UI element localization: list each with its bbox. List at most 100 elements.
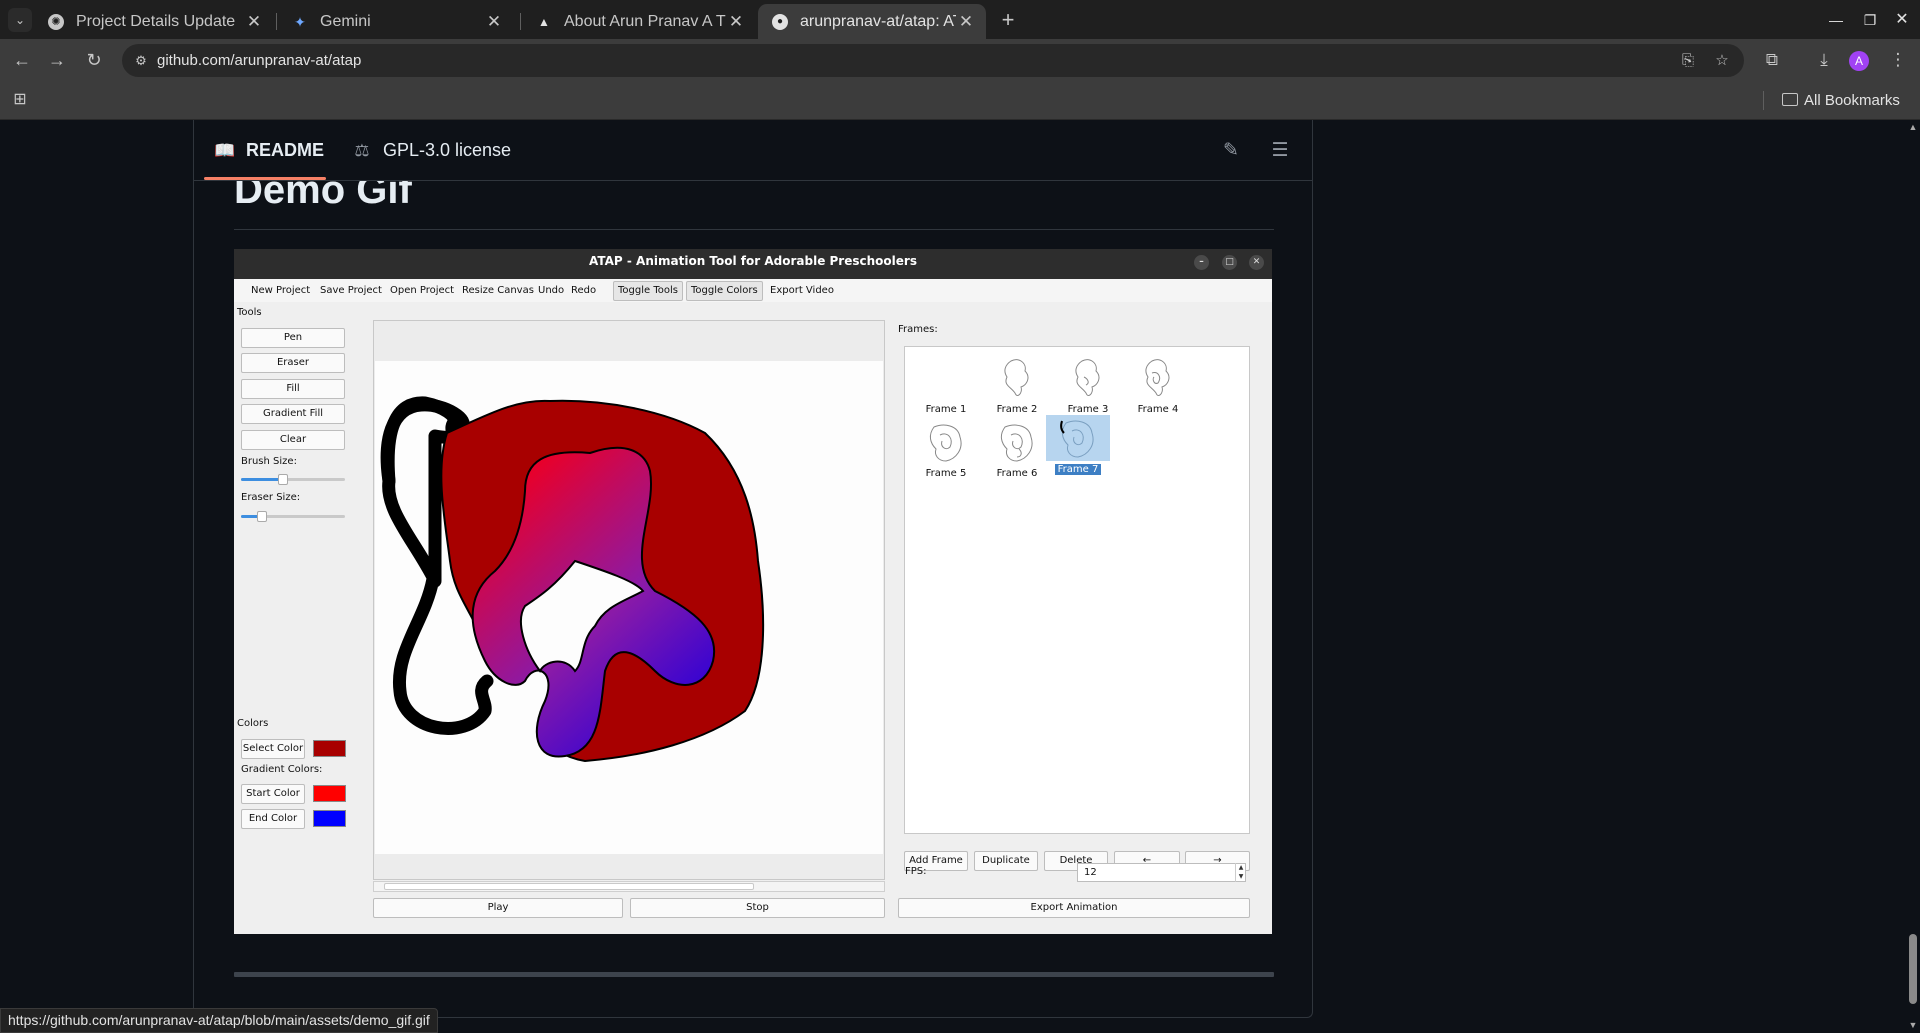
close-tab-icon[interactable]: ✕: [484, 4, 504, 39]
tab-search-chevron-icon[interactable]: ⌄: [8, 8, 32, 32]
bookmark-star-icon[interactable]: ☆: [1712, 51, 1732, 71]
frame-item: Frame 4: [1125, 355, 1191, 419]
close-tab-icon[interactable]: ✕: [956, 4, 976, 39]
readme-header: 📖 README ⚖ GPL-3.0 license ✎ ☰: [194, 120, 1312, 181]
drawing-canvas: [375, 361, 883, 854]
brush-size-slider: [241, 474, 345, 485]
frames-list: Frame 1 Frame 2 Frame 3 Frame 4 Frame 5 …: [904, 346, 1250, 834]
gradient-fill-button: Gradient Fill: [241, 404, 345, 424]
frame-label: Frame 3: [1067, 404, 1109, 415]
tab-readme-label: README: [246, 140, 325, 160]
frame-thumbnail: [1060, 420, 1094, 458]
app-title: ATAP - Animation Tool for Adorable Presc…: [589, 254, 917, 268]
eraser-size-label: Eraser Size:: [241, 492, 301, 503]
outline-list-icon[interactable]: ☰: [1267, 138, 1293, 164]
menu-open-project: Open Project: [390, 285, 455, 296]
back-arrow-icon[interactable]: ←: [8, 46, 36, 74]
browser-tab-strip: ⌄ ✺ Project Details Update ✕ ✦ Gemini ✕ …: [0, 0, 1920, 39]
scroll-up-arrow-icon[interactable]: ▲: [1906, 122, 1920, 132]
browser-tab-3[interactable]: ▲ About Arun Pranav A T ✕: [522, 4, 758, 39]
frame-label: Frame 4: [1137, 404, 1179, 415]
frame-label: Frame 1: [925, 404, 967, 415]
start-color-swatch: [313, 785, 346, 802]
close-window-icon[interactable]: ✕: [1890, 8, 1914, 32]
new-tab-plus-icon[interactable]: +: [994, 6, 1022, 34]
menu-toggle-tools: Toggle Tools: [613, 281, 683, 301]
all-bookmarks-button[interactable]: All Bookmarks: [1782, 81, 1900, 120]
apps-grid-icon[interactable]: ⊞: [10, 90, 30, 110]
scrollbar-thumb[interactable]: [1909, 934, 1917, 1004]
browser-tab-1[interactable]: ✺ Project Details Update ✕: [34, 4, 274, 39]
gradient-colors-label: Gradient Colors:: [241, 764, 323, 775]
close-tab-icon[interactable]: ✕: [726, 4, 746, 39]
menu-undo: Undo: [538, 285, 565, 296]
frame-thumbnail: [1075, 359, 1100, 396]
tab-license-label: GPL-3.0 license: [383, 140, 512, 160]
url-text[interactable]: github.com/arunpranav-at/atap: [157, 44, 361, 77]
edit-pencil-icon[interactable]: ✎: [1218, 138, 1244, 164]
canvas-drawing: [380, 396, 765, 763]
law-scale-icon: ⚖: [354, 141, 370, 160]
clear-button: Clear: [241, 430, 345, 450]
bookmarks-separator: [1763, 91, 1764, 110]
pen-button: Pen: [241, 328, 345, 348]
fill-button: Fill: [241, 379, 345, 399]
brush-size-handle: [277, 474, 288, 485]
gemini-sparkle-icon: ✦: [294, 14, 306, 30]
frame-thumbnail: [1004, 359, 1029, 396]
frame-item: Frame 2: [984, 355, 1050, 419]
page-vertical-scrollbar[interactable]: ▲ ▼: [1906, 120, 1920, 1033]
install-app-icon[interactable]: ⎘: [1678, 51, 1698, 71]
tab-license[interactable]: ⚖ GPL-3.0 license: [351, 120, 511, 181]
frame-item: Frame 6: [984, 419, 1050, 483]
frame-thumbnail: [929, 424, 962, 462]
frame-item-selected: Frame 7: [1045, 415, 1111, 479]
forward-arrow-icon[interactable]: →: [43, 46, 71, 74]
menu-export-video: Export Video: [770, 285, 834, 296]
browser-tab-4-active[interactable]: ● arunpranav-at/atap: ATA ✕: [758, 4, 986, 39]
eraser-size-slider: [241, 511, 345, 522]
end-color-swatch: [313, 810, 346, 827]
app-minimize-icon: –: [1194, 255, 1209, 270]
menu-kebab-icon[interactable]: ⋮: [1886, 48, 1910, 72]
active-tab-underline: [204, 177, 326, 180]
export-animation-button: Export Animation: [898, 898, 1250, 918]
tab-title: Project Details Update: [76, 13, 236, 30]
stop-button: Stop: [630, 898, 885, 918]
fps-label: FPS:: [905, 866, 927, 877]
end-color-button: End Color: [241, 809, 305, 829]
tools-label: Tools: [237, 307, 262, 318]
select-color-button: Select Color: [241, 739, 305, 759]
extensions-puzzle-icon[interactable]: ⧉: [1760, 48, 1784, 72]
close-tab-icon[interactable]: ✕: [244, 4, 264, 39]
frame-label: Frame 7: [1045, 464, 1111, 475]
chatgpt-icon: ✺: [48, 14, 64, 30]
tab-title: arunpranav-at/atap: ATA: [800, 13, 972, 30]
downloads-icon[interactable]: ⤓: [1812, 48, 1836, 72]
menu-new-project: New Project: [251, 285, 311, 296]
link-status-bubble: https://github.com/arunpranav-at/atap/bl…: [0, 1008, 438, 1033]
app-titlebar: ATAP - Animation Tool for Adorable Presc…: [234, 249, 1272, 279]
browser-tab-2[interactable]: ✦ Gemini ✕: [278, 4, 518, 39]
site-info-tune-icon[interactable]: ⚙: [132, 52, 150, 70]
profile-avatar[interactable]: A: [1849, 51, 1869, 71]
app-close-icon: ✕: [1249, 255, 1264, 270]
tab-title: About Arun Pranav A T: [564, 13, 726, 30]
heading-divider: [234, 229, 1274, 230]
github-icon: ●: [772, 14, 788, 30]
app-menubar: New Project Save Project Open Project Re…: [234, 279, 1272, 302]
colors-label: Colors: [237, 718, 269, 729]
scroll-down-arrow-icon[interactable]: ▼: [1906, 1020, 1920, 1030]
restore-window-icon[interactable]: ❐: [1858, 8, 1882, 32]
fps-spinner-icon: ▲ ▼: [1235, 863, 1246, 882]
reload-icon[interactable]: ↻: [80, 46, 108, 74]
address-bar[interactable]: ⚙ github.com/arunpranav-at/atap ⎘ ☆: [122, 44, 1744, 77]
menu-save-project: Save Project: [320, 285, 382, 296]
horizontal-rule: [234, 972, 1274, 977]
tab-readme[interactable]: 📖 README: [214, 120, 324, 181]
frame-label: Frame 6: [996, 468, 1038, 479]
brush-size-fill: [241, 478, 283, 481]
tab-separator: [520, 13, 521, 30]
minimize-window-icon[interactable]: —: [1824, 8, 1848, 32]
tab-separator: [276, 13, 277, 30]
